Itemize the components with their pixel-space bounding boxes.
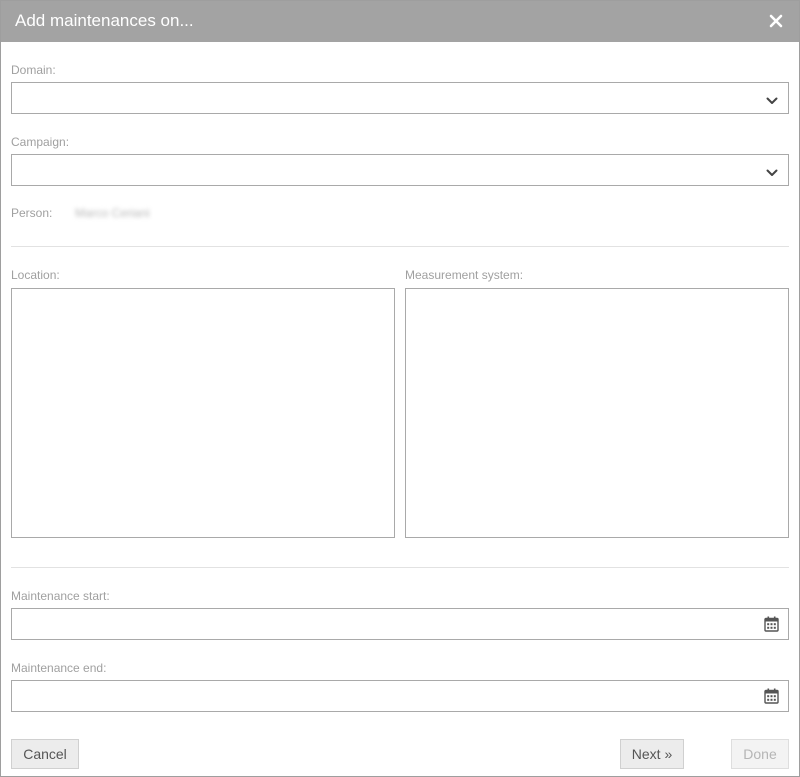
measurement-system-label: Measurement system: — [405, 268, 524, 282]
chevron-down-icon — [766, 93, 778, 104]
maintenance-start-label: Maintenance start: — [11, 589, 110, 603]
location-listbox[interactable] — [11, 288, 395, 538]
maintenance-end-input[interactable] — [11, 680, 789, 712]
domain-select[interactable] — [11, 82, 789, 114]
measurement-system-listbox[interactable] — [405, 288, 789, 538]
domain-label: Domain: — [11, 63, 56, 77]
person-value: Marco Ceriani — [75, 206, 150, 220]
campaign-label: Campaign: — [11, 135, 70, 149]
next-button[interactable]: Next » — [620, 739, 684, 769]
person-label: Person: — [11, 206, 53, 220]
maintenance-end-label: Maintenance end: — [11, 661, 107, 675]
dialog-title: Add maintenances on... — [15, 11, 194, 30]
maintenance-start-input[interactable] — [11, 608, 789, 640]
add-maintenances-dialog: Add maintenances on... Domain: Campaign:… — [0, 0, 800, 777]
divider — [11, 567, 789, 568]
cancel-button[interactable]: Cancel — [11, 739, 79, 769]
chevron-down-icon — [766, 165, 778, 176]
divider — [11, 246, 789, 247]
campaign-select[interactable] — [11, 154, 789, 186]
dialog-titlebar: Add maintenances on... — [1, 1, 799, 42]
calendar-icon[interactable] — [764, 688, 779, 704]
done-button[interactable]: Done — [731, 739, 789, 769]
location-label: Location: — [11, 268, 60, 282]
close-icon[interactable] — [767, 12, 785, 30]
calendar-icon[interactable] — [764, 616, 779, 632]
